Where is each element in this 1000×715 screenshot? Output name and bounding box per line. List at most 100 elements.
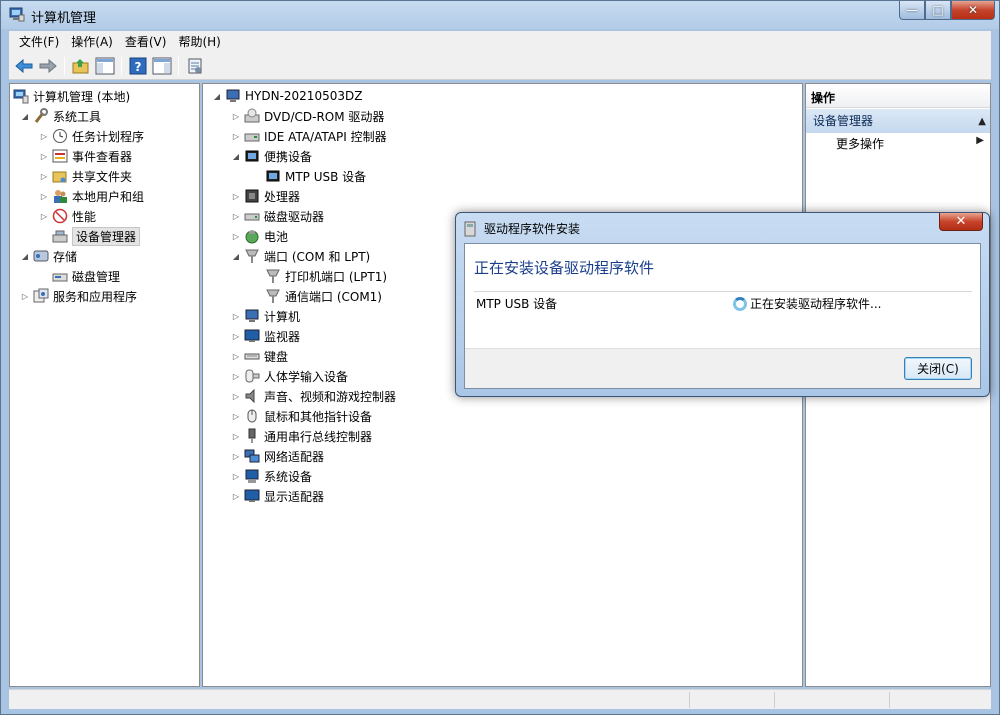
computer-management-icon (13, 88, 29, 104)
tree-item-performance[interactable]: ▷ 性能 (39, 206, 96, 226)
collapse-arrow-icon[interactable]: ◢ (212, 91, 222, 101)
maximize-button[interactable]: □ (925, 1, 951, 20)
window-title: 计算机管理 (31, 11, 97, 26)
expand-arrow-icon[interactable]: ▷ (231, 331, 241, 341)
device-category-ports[interactable]: ◢ 端口 (COM 和 LPT) (231, 246, 370, 266)
collapse-arrow-icon[interactable]: ◢ (20, 251, 30, 261)
expand-arrow-icon[interactable]: ▷ (39, 131, 49, 141)
expand-arrow-icon[interactable]: ▷ (231, 131, 241, 141)
expand-arrow-icon[interactable]: ▷ (231, 191, 241, 201)
expand-arrow-icon[interactable]: ▷ (231, 211, 241, 221)
expand-arrow-icon[interactable]: ▷ (20, 291, 30, 301)
svg-text:?: ? (135, 60, 142, 74)
dialog-close-button[interactable]: ✕ (939, 213, 983, 231)
device-category-monitor[interactable]: ▷ 监视器 (231, 326, 300, 346)
show-hide-action-pane-button[interactable] (151, 55, 173, 77)
menu-view[interactable]: 查看(V) (119, 31, 173, 53)
expand-arrow-icon[interactable]: ▷ (39, 191, 49, 201)
device-label: 打印机端口 (LPT1) (285, 269, 388, 284)
device-category-keyboard[interactable]: ▷ 键盘 (231, 346, 288, 366)
up-button[interactable] (70, 55, 92, 77)
minimize-button[interactable]: — (899, 1, 925, 20)
device-root[interactable]: ◢ HYDN-20210503DZ (212, 86, 363, 106)
device-category-hid[interactable]: ▷ 人体学输入设备 (231, 366, 348, 386)
expand-arrow-icon[interactable]: ▷ (231, 411, 241, 421)
tree-item-event-viewer[interactable]: ▷ 事件查看器 (39, 146, 132, 166)
expand-arrow-icon[interactable]: ▷ (39, 211, 49, 221)
more-actions-item[interactable]: 更多操作 (836, 136, 884, 152)
device-printer-port[interactable]: 打印机端口 (LPT1) (265, 266, 387, 286)
menu-action[interactable]: 操作(A) (65, 31, 119, 53)
device-label: 键盘 (264, 349, 289, 364)
collapse-arrow-icon[interactable]: ◢ (231, 251, 241, 261)
device-com-port[interactable]: 通信端口 (COM1) (265, 286, 382, 306)
event-viewer-icon (52, 148, 68, 164)
tree-item-storage[interactable]: ◢ 存储 (20, 246, 77, 266)
tree-item-system-tools[interactable]: ◢ 系统工具 (20, 106, 101, 126)
expand-arrow-icon[interactable]: ▷ (231, 371, 241, 381)
close-button[interactable]: ✕ (951, 1, 995, 20)
installing-device-name: MTP USB 设备 (476, 297, 558, 311)
dialog-footer: 关闭(C) (465, 348, 980, 388)
device-label: HYDN-20210503DZ (245, 89, 363, 103)
expand-arrow-icon[interactable]: ▷ (231, 491, 241, 501)
back-button[interactable] (13, 55, 35, 77)
device-category-portable[interactable]: ◢ 便携设备 (231, 146, 312, 166)
device-category-battery[interactable]: ▷ 电池 (231, 226, 288, 246)
show-hide-tree-button[interactable] (94, 55, 116, 77)
tree-label: 事件查看器 (72, 149, 133, 164)
expand-arrow-icon[interactable]: ▷ (231, 231, 241, 241)
menu-file[interactable]: 文件(F) (13, 31, 65, 53)
title-bar[interactable]: 计算机管理 — □ ✕ (1, 1, 999, 29)
tree-item-services[interactable]: ▷ 服务和应用程序 (20, 286, 137, 306)
device-category-display[interactable]: ▷ 显示适配器 (231, 486, 324, 506)
expand-arrow-icon[interactable]: ▷ (231, 311, 241, 321)
network-adapter-icon (244, 448, 260, 464)
help-button[interactable]: ? (127, 55, 149, 77)
expand-arrow-icon[interactable]: ▷ (39, 171, 49, 181)
device-label: 显示适配器 (264, 489, 325, 504)
device-category-system[interactable]: ▷ 系统设备 (231, 466, 312, 486)
device-install-icon (464, 221, 476, 237)
tree-item-device-manager[interactable]: 设备管理器 (52, 226, 141, 246)
toolbar: ? (9, 53, 991, 80)
device-label: 便携设备 (264, 149, 313, 164)
collapse-arrow-icon[interactable]: ◢ (231, 151, 241, 161)
menu-help[interactable]: 帮助(H) (172, 31, 226, 53)
device-mtp-usb[interactable]: MTP USB 设备 (265, 166, 366, 186)
tree-item-local-users[interactable]: ▷ 本地用户和组 (39, 186, 144, 206)
expand-arrow-icon[interactable]: ▷ (231, 351, 241, 361)
expand-arrow-icon[interactable]: ▷ (231, 111, 241, 121)
device-category-sound[interactable]: ▷ 声音、视频和游戏控制器 (231, 386, 396, 406)
device-category-usb[interactable]: ▷ 通用串行总线控制器 (231, 426, 372, 446)
collapse-up-icon[interactable]: ▲ (978, 110, 986, 134)
expand-arrow-icon[interactable]: ▷ (231, 391, 241, 401)
device-category-ide[interactable]: ▷ IDE ATA/ATAPI 控制器 (231, 126, 387, 146)
expand-arrow-icon[interactable]: ▷ (231, 431, 241, 441)
driver-install-dialog: 驱动程序软件安装 ✕ 正在安装设备驱动程序软件 MTP USB 设备 正在安装驱… (455, 212, 990, 397)
submenu-arrow-icon[interactable]: ▶ (976, 135, 984, 146)
forward-button[interactable] (37, 55, 59, 77)
show-hide-tree-icon (95, 57, 115, 75)
properties-button[interactable] (184, 55, 206, 77)
device-category-processor[interactable]: ▷ 处理器 (231, 186, 300, 206)
expand-arrow-icon[interactable]: ▷ (231, 471, 241, 481)
device-category-network[interactable]: ▷ 网络适配器 (231, 446, 324, 466)
back-icon (15, 59, 33, 73)
device-category-mouse[interactable]: ▷ 鼠标和其他指针设备 (231, 406, 372, 426)
action-section-device-manager[interactable]: 设备管理器 ▲ (806, 109, 990, 134)
close-dialog-button[interactable]: 关闭(C) (904, 357, 972, 380)
tree-item-disk-management[interactable]: 磁盘管理 (52, 266, 120, 286)
tree-item-computer-management[interactable]: 计算机管理 (本地) (13, 86, 130, 106)
collapse-arrow-icon[interactable]: ◢ (20, 111, 30, 121)
device-category-disk[interactable]: ▷ 磁盘驱动器 (231, 206, 324, 226)
expand-arrow-icon[interactable]: ▷ (231, 451, 241, 461)
computer-management-icon (9, 7, 25, 22)
device-category-computer[interactable]: ▷ 计算机 (231, 306, 300, 326)
tree-label: 系统工具 (53, 109, 102, 124)
expand-arrow-icon[interactable]: ▷ (39, 151, 49, 161)
navigation-tree-pane[interactable]: 计算机管理 (本地) ◢ 系统工具 ▷ 任务计划程序 ▷ 事件查看器 ▷ 共享文… (9, 83, 200, 687)
tree-item-task-scheduler[interactable]: ▷ 任务计划程序 (39, 126, 144, 146)
device-category-dvd[interactable]: ▷ DVD/CD-ROM 驱动器 (231, 106, 384, 126)
tree-item-shared-folders[interactable]: ▷ 共享文件夹 (39, 166, 132, 186)
